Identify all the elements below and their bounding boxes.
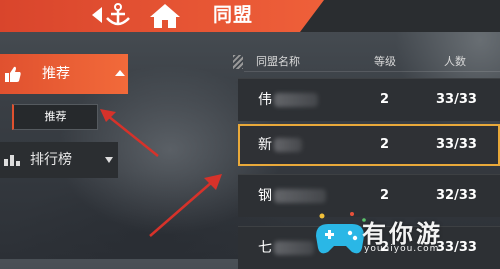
column-header-level: 等级	[374, 55, 396, 68]
alliance-row-selected[interactable]: 新 2 33/33	[238, 124, 500, 166]
name-blur	[274, 138, 302, 152]
home-icon[interactable]	[148, 2, 182, 30]
alliance-members: 33/33	[436, 137, 477, 152]
ranking-bars-icon	[4, 155, 20, 166]
alliance-level: 2	[380, 137, 390, 152]
subtab-recommend[interactable]: 推荐	[12, 104, 98, 130]
watermark-url: youniyou.com	[364, 244, 440, 254]
header-stripe	[233, 55, 243, 69]
chevron-up-icon	[115, 70, 125, 76]
subtab-recommend-label: 推荐	[44, 110, 67, 123]
column-header-name: 同盟名称	[256, 55, 300, 68]
anchor-back-icon[interactable]	[90, 2, 134, 28]
alliance-level: 2	[380, 92, 390, 107]
tab-ranking-label: 排行榜	[30, 152, 72, 168]
alliance-name: 七	[258, 240, 272, 256]
column-header-members: 人数	[444, 55, 466, 68]
alliance-row[interactable]: 伟 2 33/33	[238, 78, 500, 121]
annotation-arrow-icon	[149, 174, 222, 237]
tab-recommend-label: 推荐	[42, 66, 70, 82]
tab-recommend[interactable]: 推荐	[0, 54, 128, 94]
alliance-name: 伟	[258, 92, 272, 108]
alliance-list-header: 同盟名称 等级 人数	[244, 53, 500, 72]
name-blur	[274, 241, 314, 255]
name-blur	[274, 93, 318, 107]
thumbs-up-icon	[5, 66, 21, 82]
page-title: 同盟	[213, 4, 254, 26]
name-blur	[274, 189, 326, 203]
annotation-arrow-icon	[100, 109, 159, 157]
alliance-name: 钢	[258, 188, 272, 204]
alliance-members: 33/33	[436, 92, 477, 107]
top-bar-right	[300, 0, 500, 32]
alliance-name: 新	[258, 137, 272, 153]
